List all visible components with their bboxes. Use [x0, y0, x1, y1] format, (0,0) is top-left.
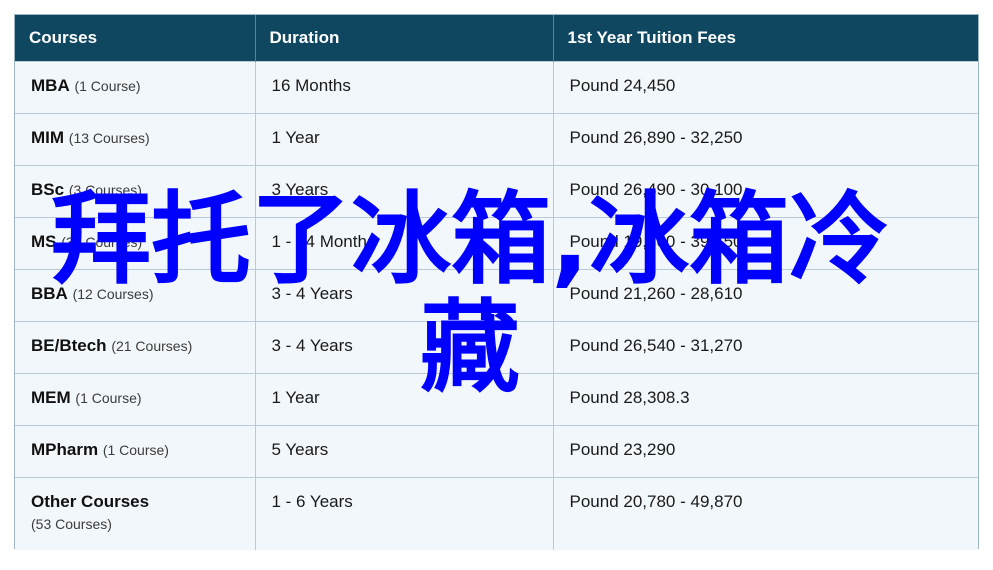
- course-name: MS: [31, 231, 57, 251]
- fees-cell: Pound 19,300 - 39,150: [553, 216, 978, 269]
- course-count: (1 Course): [102, 441, 169, 458]
- course-name: Other Courses: [31, 491, 150, 511]
- header-fees: 1st Year Tuition Fees: [553, 15, 978, 61]
- fees-cell: Pound 26,490 - 30,100: [553, 164, 978, 217]
- course-name: BE/Btech: [31, 335, 107, 355]
- course-count: (3 Courses): [68, 181, 142, 198]
- table-body: MBA (1 Course) 16 Months Pound 24,450 MI…: [15, 60, 978, 550]
- course-name: BSc: [31, 179, 65, 199]
- course-count: (1 Course): [74, 77, 141, 94]
- course-name: BBA: [31, 283, 68, 303]
- duration-cell: 1 - 24 Months: [255, 216, 554, 269]
- course-cell: MIM (13 Courses): [15, 112, 256, 165]
- course-cell: BSc (3 Courses): [15, 164, 256, 217]
- duration-cell: 3 Years: [255, 164, 554, 217]
- fees-cell: Pound 21,260 - 28,610: [553, 268, 978, 321]
- course-count: (21 Courses): [111, 337, 193, 354]
- duration-cell: 1 Year: [255, 372, 554, 425]
- course-count: (1 Course): [75, 389, 142, 406]
- fees-cell: Pound 20,780 - 49,870: [553, 476, 978, 550]
- course-cell: BBA (12 Courses): [15, 268, 256, 321]
- course-count: (30 Courses): [61, 233, 143, 250]
- course-count: (53 Courses): [31, 515, 112, 532]
- course-name: MEM: [31, 387, 71, 407]
- courses-table: Courses Duration 1st Year Tuition Fees M…: [15, 15, 978, 550]
- duration-cell: 3 - 4 Years: [255, 268, 554, 321]
- table-row: BE/Btech (21 Courses) 3 - 4 Years Pound …: [15, 320, 978, 373]
- table-row: MPharm (1 Course) 5 Years Pound 23,290: [15, 424, 978, 477]
- course-name: MIM: [31, 127, 65, 147]
- course-cell: MEM (1 Course): [15, 372, 256, 425]
- course-count: (13 Courses): [68, 129, 150, 146]
- courses-table-container: Courses Duration 1st Year Tuition Fees M…: [14, 14, 979, 550]
- table-row: MS (30 Courses) 1 - 24 Months Pound 19,3…: [15, 216, 978, 269]
- table-row: BBA (12 Courses) 3 - 4 Years Pound 21,26…: [15, 268, 978, 321]
- fees-cell: Pound 26,540 - 31,270: [553, 320, 978, 373]
- course-cell: MPharm (1 Course): [15, 424, 256, 477]
- table-row: Other Courses (53 Courses) 1 - 6 Years Po…: [15, 476, 978, 550]
- course-name: MPharm: [31, 439, 99, 459]
- course-name: MBA: [31, 75, 70, 95]
- duration-cell: 1 Year: [255, 112, 554, 165]
- fees-cell: Pound 26,890 - 32,250: [553, 112, 978, 165]
- course-cell: Other Courses (53 Courses): [15, 476, 256, 550]
- duration-cell: 5 Years: [255, 424, 554, 477]
- course-cell: MBA (1 Course): [15, 60, 256, 113]
- header-courses: Courses: [15, 15, 256, 61]
- table-row: MEM (1 Course) 1 Year Pound 28,308.3: [15, 372, 978, 425]
- fees-cell: Pound 23,290: [553, 424, 978, 477]
- fees-cell: Pound 28,308.3: [553, 372, 978, 425]
- course-cell: BE/Btech (21 Courses): [15, 320, 256, 373]
- duration-cell: 1 - 6 Years: [255, 476, 554, 550]
- table-row: MBA (1 Course) 16 Months Pound 24,450: [15, 60, 978, 113]
- fees-cell: Pound 24,450: [553, 60, 978, 113]
- table-row: MIM (13 Courses) 1 Year Pound 26,890 - 3…: [15, 112, 978, 165]
- table-row: BSc (3 Courses) 3 Years Pound 26,490 - 3…: [15, 164, 978, 217]
- table-header: Courses Duration 1st Year Tuition Fees: [15, 15, 978, 61]
- duration-cell: 16 Months: [255, 60, 554, 113]
- course-cell: MS (30 Courses): [15, 216, 256, 269]
- course-count: (12 Courses): [72, 285, 154, 302]
- header-row: Courses Duration 1st Year Tuition Fees: [15, 15, 978, 61]
- duration-cell: 3 - 4 Years: [255, 320, 554, 373]
- header-duration: Duration: [255, 15, 554, 61]
